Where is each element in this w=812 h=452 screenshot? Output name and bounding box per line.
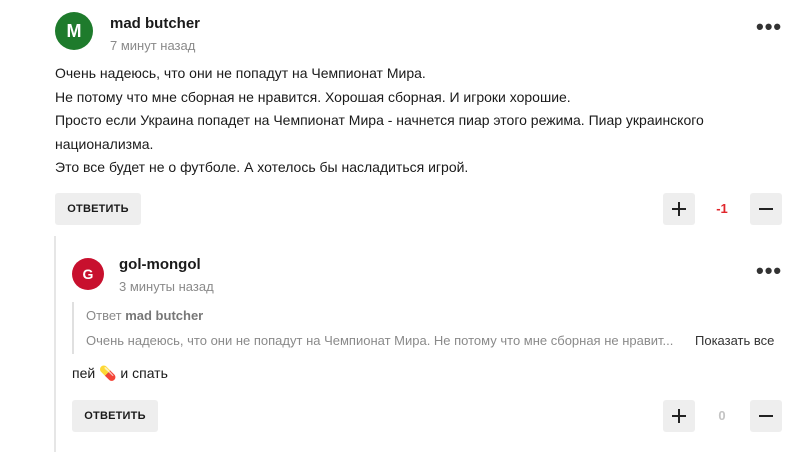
upvote-button[interactable]: [663, 400, 695, 432]
show-all-link[interactable]: Показать все: [695, 333, 774, 348]
author-name[interactable]: gol-mongol: [119, 256, 201, 273]
comment-line: Просто если Украина попадет на Чемпионат…: [55, 112, 704, 128]
comment-line: Это все будет не о футболе. А хотелось б…: [55, 159, 469, 175]
vote-score: -1: [716, 201, 728, 216]
more-options-icon[interactable]: •••: [756, 260, 782, 282]
vote-score: 0: [718, 408, 726, 423]
more-options-icon[interactable]: •••: [756, 16, 782, 38]
minus-icon: [759, 208, 773, 210]
quote-text: Очень надеюсь, что они не попадут на Чем…: [86, 333, 674, 348]
comment-line: Очень надеюсь, что они не попадут на Чем…: [55, 65, 426, 81]
comment-body: пей 💊 и спать: [72, 362, 168, 386]
avatar[interactable]: G: [72, 258, 104, 290]
downvote-button[interactable]: [750, 193, 782, 225]
quote-author[interactable]: mad butcher: [125, 308, 203, 323]
plus-icon: [672, 409, 686, 423]
reply-button[interactable]: ОТВЕТИТЬ: [55, 193, 141, 225]
timestamp: 7 минут назад: [110, 38, 196, 53]
timestamp: 3 минуты назад: [119, 279, 214, 294]
comment-line: Не потому что мне сборная не нравится. Х…: [55, 88, 571, 105]
plus-icon: [672, 202, 686, 216]
upvote-button[interactable]: [663, 193, 695, 225]
pill-icon: 💊: [99, 365, 117, 381]
author-name[interactable]: mad butcher: [110, 15, 200, 32]
avatar[interactable]: M: [55, 12, 93, 50]
comment-body: Очень надеюсь, что они не попадут на Чем…: [55, 62, 775, 180]
quote-bar: [72, 302, 74, 354]
reply-button[interactable]: ОТВЕТИТЬ: [72, 400, 158, 432]
minus-icon: [759, 415, 773, 417]
avatar-letter: G: [82, 266, 94, 282]
avatar-letter: M: [66, 20, 82, 41]
comment-text: и спать: [120, 365, 168, 381]
quote-header: Ответ mad butcher: [86, 308, 203, 323]
downvote-button[interactable]: [750, 400, 782, 432]
comment-line: национализма.: [55, 135, 154, 152]
comment-text: пей: [72, 365, 96, 381]
quote-prefix: Ответ: [86, 308, 122, 323]
thread-line: [54, 236, 56, 452]
